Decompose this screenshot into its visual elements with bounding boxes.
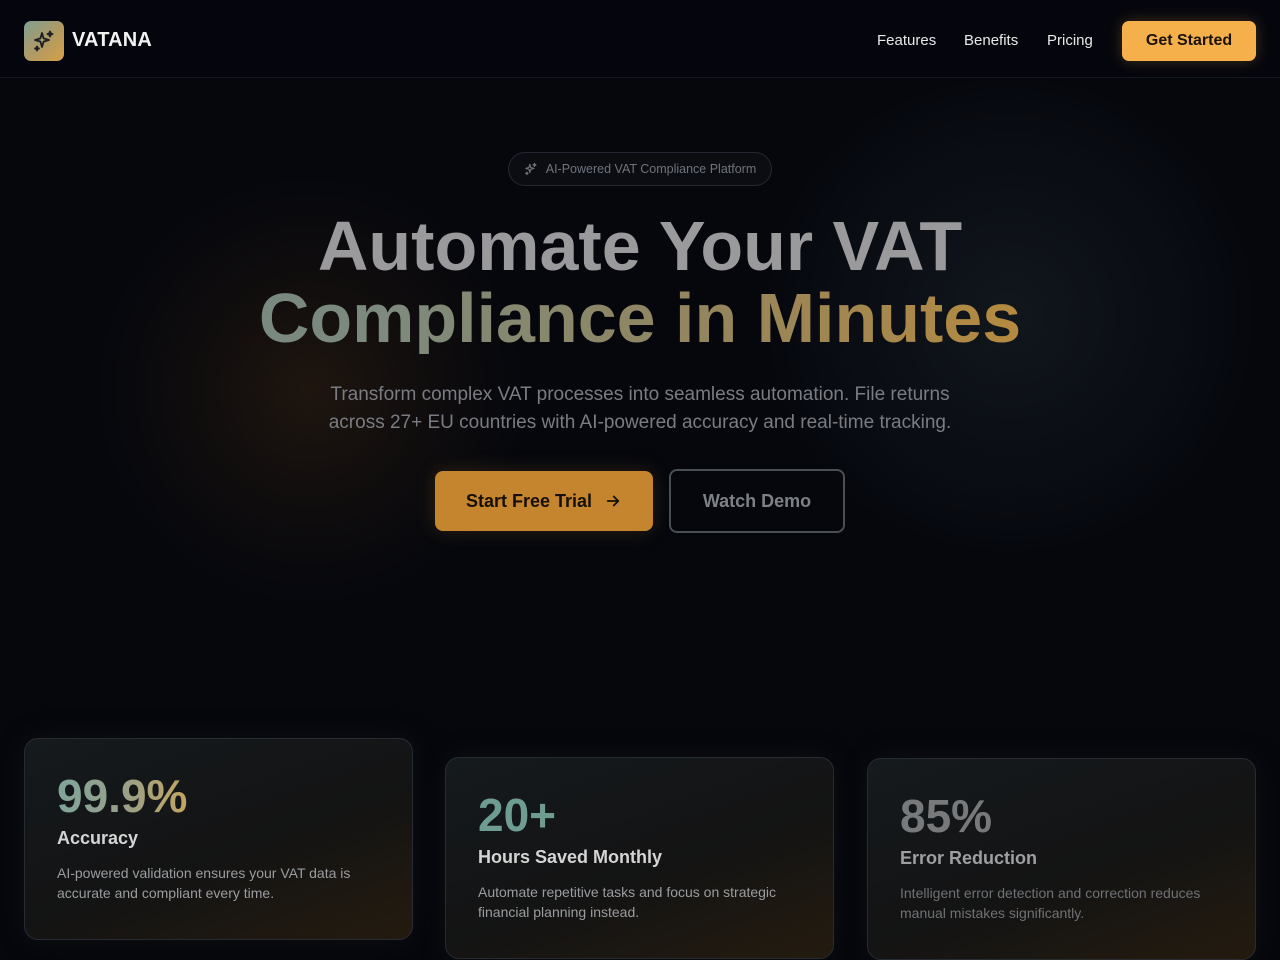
stat-description: Automate repetitive tasks and focus on s…	[478, 884, 777, 920]
stat-card-error-reduction: 85% Error Reduction Intelligent error de…	[867, 758, 1256, 960]
arrow-right-icon	[606, 495, 620, 507]
stat-value: 99.9%	[57, 770, 188, 822]
sparkles-icon	[34, 30, 54, 52]
site-header: VATANA Features Benefits Pricing Get Sta…	[0, 0, 1280, 78]
get-started-button[interactable]: Get Started	[1122, 21, 1256, 61]
nav-link-features[interactable]: Features	[877, 32, 936, 49]
sparkles-icon	[524, 162, 537, 176]
nav-link-benefits[interactable]: Benefits	[964, 32, 1018, 49]
stat-title: Error Reduction	[900, 848, 1038, 868]
stat-title: Accuracy	[57, 828, 139, 848]
brand-name[interactable]: VATANA	[72, 29, 152, 52]
hero-subtitle-line1: Transform complex VAT processes into sea…	[330, 384, 950, 405]
hero-badge: AI-Powered VAT Compliance Platform	[508, 152, 772, 186]
watch-demo-button[interactable]: Watch Demo	[669, 469, 845, 533]
stat-card-accuracy: 99.9% Accuracy AI-powered validation ens…	[24, 738, 413, 940]
stat-card-hours-saved: 20+ Hours Saved Monthly Automate repetit…	[445, 757, 834, 959]
nav-link-pricing[interactable]: Pricing	[1047, 32, 1093, 49]
stat-description: Intelligent error detection and correcti…	[900, 885, 1201, 921]
hero-subtitle-line2: across 27+ EU countries with AI-powered …	[328, 412, 952, 433]
start-free-trial-label: Start Free Trial	[465, 490, 593, 511]
stat-title: Hours Saved Monthly	[478, 847, 663, 867]
stat-value: 20+	[478, 789, 557, 841]
hero-title: Automate Your VAT Compliance in Minutes	[0, 210, 1280, 354]
stat-value: 85%	[900, 790, 993, 842]
logo[interactable]	[24, 21, 64, 61]
start-free-trial-button[interactable]: Start Free Trial	[435, 471, 653, 531]
hero-subtitle: Transform complex VAT processes into sea…	[290, 381, 990, 437]
hero-badge-label: AI-Powered VAT Compliance Platform	[545, 162, 757, 176]
hero-title-line1: Automate Your VAT	[317, 207, 963, 285]
stat-description: AI-powered validation ensures your VAT d…	[57, 865, 351, 901]
hero-title-line2: Compliance in Minutes	[0, 282, 1280, 354]
